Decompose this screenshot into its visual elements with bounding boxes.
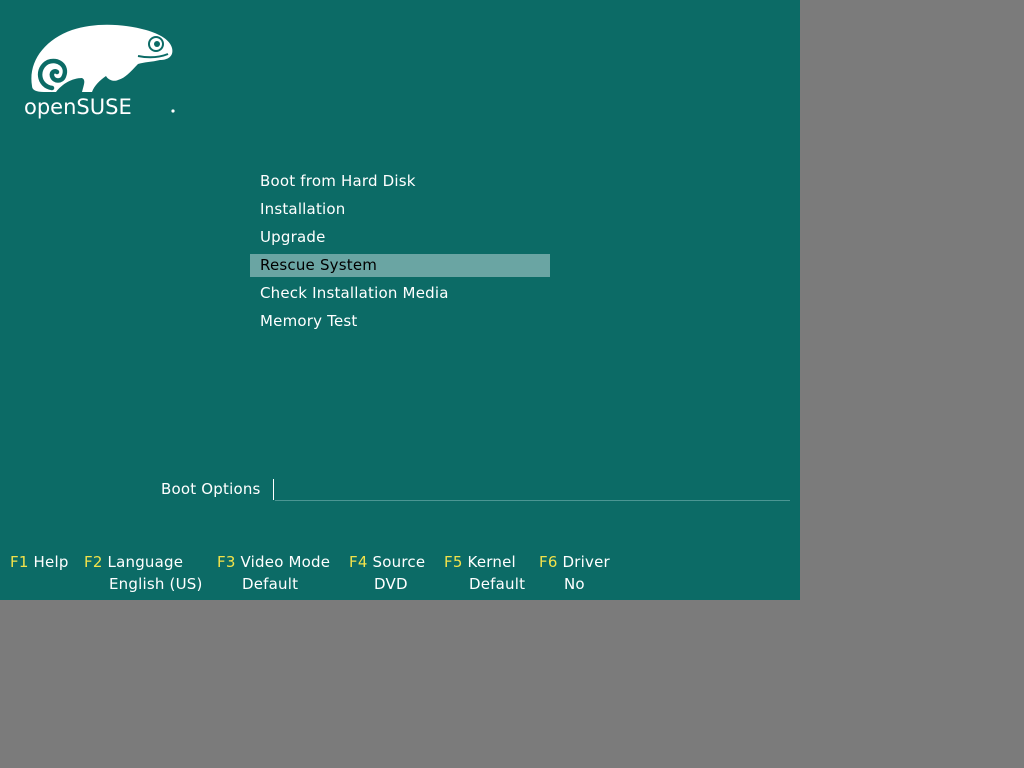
f3-video-mode-key[interactable]: F3 Video Mode Default [217,551,330,595]
f4-source-key[interactable]: F4 Source DVD [349,551,425,595]
f1-label: Help [33,553,69,571]
boot-menu-item[interactable]: Check Installation Media [250,282,550,305]
boot-menu-item[interactable]: Installation [250,198,550,221]
boot-menu-item[interactable]: Boot from Hard Disk [250,170,550,193]
f6-label: Driver [562,553,610,571]
f4-key-label: F4 [349,553,368,571]
f1-key-label: F1 [10,553,29,571]
boot-menu-item[interactable]: Rescue System [250,254,550,277]
boot-menu-item[interactable]: Memory Test [250,310,550,333]
f5-value: Default [469,575,526,593]
logo-wordmark: openSUSE [24,95,132,119]
boot-options-input[interactable] [275,479,790,501]
boot-options-label: Boot Options [161,480,261,498]
f4-value: DVD [374,575,408,593]
f2-label: Language [107,553,184,571]
f4-label: Source [372,553,426,571]
boot-menu: Boot from Hard Disk Installation Upgrade Re… [250,170,550,338]
f2-value: English (US) [109,575,203,593]
f6-driver-key[interactable]: F6 Driver No [539,551,610,595]
f1-help-key[interactable]: F1 Help [10,551,69,573]
opensuse-logo: openSUSE [22,22,178,122]
f3-key-label: F3 [217,553,236,571]
chameleon-icon: openSUSE [24,24,175,119]
f5-kernel-key[interactable]: F5 Kernel Default [444,551,525,595]
boot-menu-item[interactable]: Upgrade [250,226,550,249]
f6-value: No [564,575,585,593]
f2-key-label: F2 [84,553,103,571]
f5-key-label: F5 [444,553,463,571]
f6-key-label: F6 [539,553,558,571]
text-cursor [273,479,274,500]
boot-screen: openSUSE Boot from Hard Disk Installation… [0,0,800,600]
f5-label: Kernel [467,553,516,571]
f3-value: Default [242,575,299,593]
f3-label: Video Mode [240,553,331,571]
f2-language-key[interactable]: F2 Language English (US) [84,551,203,595]
